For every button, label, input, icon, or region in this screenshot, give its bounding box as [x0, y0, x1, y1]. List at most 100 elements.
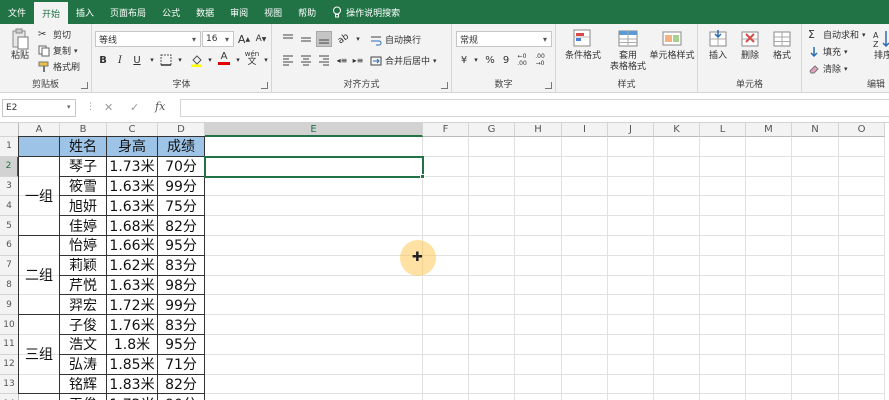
menu-file[interactable]: 文件 — [0, 0, 34, 24]
cell[interactable] — [700, 275, 746, 296]
menu-data[interactable]: 数据 — [188, 0, 222, 24]
cut-button[interactable]: ✂ 剪切 — [38, 28, 71, 42]
cell[interactable] — [423, 374, 469, 395]
cell[interactable] — [839, 156, 885, 177]
cell[interactable] — [423, 216, 469, 236]
row-header[interactable]: 11 — [0, 335, 19, 355]
cell[interactable] — [746, 176, 792, 197]
cell[interactable] — [515, 335, 562, 355]
cell[interactable] — [562, 236, 608, 256]
cell[interactable] — [608, 374, 654, 395]
chevron-down-icon[interactable]: ▾ — [844, 65, 848, 73]
cell[interactable] — [469, 394, 515, 400]
menu-formulas[interactable]: 公式 — [154, 0, 188, 24]
table-cell[interactable]: 95分 — [157, 334, 205, 355]
cell[interactable] — [792, 335, 839, 355]
conditional-format-button[interactable]: 条件格式 — [560, 28, 606, 62]
cell[interactable] — [746, 295, 792, 316]
cell[interactable] — [423, 176, 469, 197]
cancel-entry-icon[interactable]: ✕ — [104, 101, 113, 114]
align-center-button[interactable] — [298, 52, 314, 68]
column-header[interactable]: E — [205, 123, 423, 137]
cell[interactable] — [792, 137, 839, 157]
cell[interactable] — [515, 176, 562, 197]
cell[interactable] — [839, 315, 885, 335]
cell[interactable] — [700, 394, 746, 400]
chevron-down-icon[interactable]: ▾ — [74, 47, 78, 55]
table-cell[interactable]: 70分 — [157, 155, 205, 177]
number-launcher-icon[interactable] — [545, 82, 552, 89]
table-cell[interactable]: 1.68米 — [106, 215, 158, 236]
table-cell[interactable]: 旭妍 — [59, 195, 107, 217]
cell[interactable] — [654, 236, 700, 256]
cell[interactable] — [423, 354, 469, 375]
cell[interactable] — [205, 255, 423, 276]
table-cell[interactable]: 98分 — [157, 274, 205, 296]
cell[interactable] — [423, 315, 469, 335]
cell[interactable] — [792, 255, 839, 276]
table-header-cell[interactable] — [18, 136, 60, 157]
cell[interactable] — [562, 275, 608, 296]
cell[interactable] — [746, 374, 792, 395]
chevron-down-icon[interactable]: ▾ — [188, 32, 200, 46]
cell[interactable] — [839, 196, 885, 217]
cell[interactable] — [746, 236, 792, 256]
cell[interactable] — [654, 275, 700, 296]
confirm-entry-icon[interactable]: ✓ — [130, 101, 139, 114]
table-cell[interactable]: 1.62米 — [106, 254, 158, 276]
cell[interactable] — [562, 176, 608, 197]
column-header[interactable]: A — [19, 123, 60, 137]
table-cell[interactable]: 1.85米 — [106, 353, 158, 375]
tell-me-search[interactable]: 操作说明搜索 — [324, 0, 408, 24]
cell[interactable] — [792, 176, 839, 197]
cell[interactable] — [205, 295, 423, 316]
row-header[interactable]: 6 — [0, 236, 19, 256]
cell[interactable] — [423, 196, 469, 217]
cell[interactable] — [469, 315, 515, 335]
cell[interactable] — [654, 354, 700, 375]
cell[interactable] — [608, 156, 654, 177]
table-cell[interactable]: 83分 — [157, 314, 205, 335]
table-cell[interactable]: 82分 — [157, 215, 205, 236]
table-cell[interactable]: 1.73米 — [106, 155, 158, 177]
cell[interactable] — [469, 255, 515, 276]
chevron-down-icon[interactable]: ▾ — [844, 48, 848, 56]
sort-filter-button[interactable]: AZ 排序 — [868, 28, 889, 62]
table-cell[interactable]: 1.72米 — [106, 393, 158, 400]
cell[interactable] — [608, 176, 654, 197]
cell[interactable] — [700, 137, 746, 157]
wrap-text-button[interactable]: 自动换行 — [370, 33, 421, 46]
cell[interactable] — [839, 374, 885, 395]
cell[interactable] — [746, 335, 792, 355]
italic-button[interactable]: I — [112, 52, 128, 68]
select-all-corner[interactable] — [0, 123, 19, 137]
table-cell[interactable]: 1.83米 — [106, 373, 158, 395]
row-header[interactable]: 5 — [0, 216, 19, 236]
table-cell[interactable]: 99分 — [157, 294, 205, 316]
cell[interactable] — [515, 295, 562, 316]
table-cell[interactable]: 弘涛 — [59, 353, 107, 375]
cell[interactable] — [469, 374, 515, 395]
cell[interactable] — [654, 335, 700, 355]
formula-input[interactable] — [180, 99, 889, 117]
menu-page-layout[interactable]: 页面布局 — [102, 0, 154, 24]
align-bottom-button[interactable] — [316, 31, 332, 47]
column-header[interactable]: N — [792, 123, 839, 137]
comma-button[interactable]: 9 — [498, 52, 514, 68]
chevron-down-icon[interactable]: ▾ — [862, 31, 866, 39]
cell[interactable] — [700, 374, 746, 395]
cell[interactable] — [654, 374, 700, 395]
column-header[interactable]: I — [562, 123, 608, 137]
paste-button[interactable]: 粘贴 — [6, 28, 34, 62]
cell[interactable] — [608, 275, 654, 296]
cell[interactable] — [654, 216, 700, 236]
cell[interactable] — [792, 394, 839, 400]
cell[interactable] — [792, 156, 839, 177]
table-header-cell[interactable]: 身高 — [106, 136, 158, 157]
clipboard-launcher-icon[interactable] — [81, 82, 88, 89]
cell[interactable] — [792, 354, 839, 375]
font-name-combo[interactable]: 等线 ▾ — [95, 31, 201, 47]
column-header[interactable]: C — [107, 123, 158, 137]
cell[interactable] — [700, 255, 746, 276]
row-header[interactable]: 3 — [0, 176, 19, 197]
